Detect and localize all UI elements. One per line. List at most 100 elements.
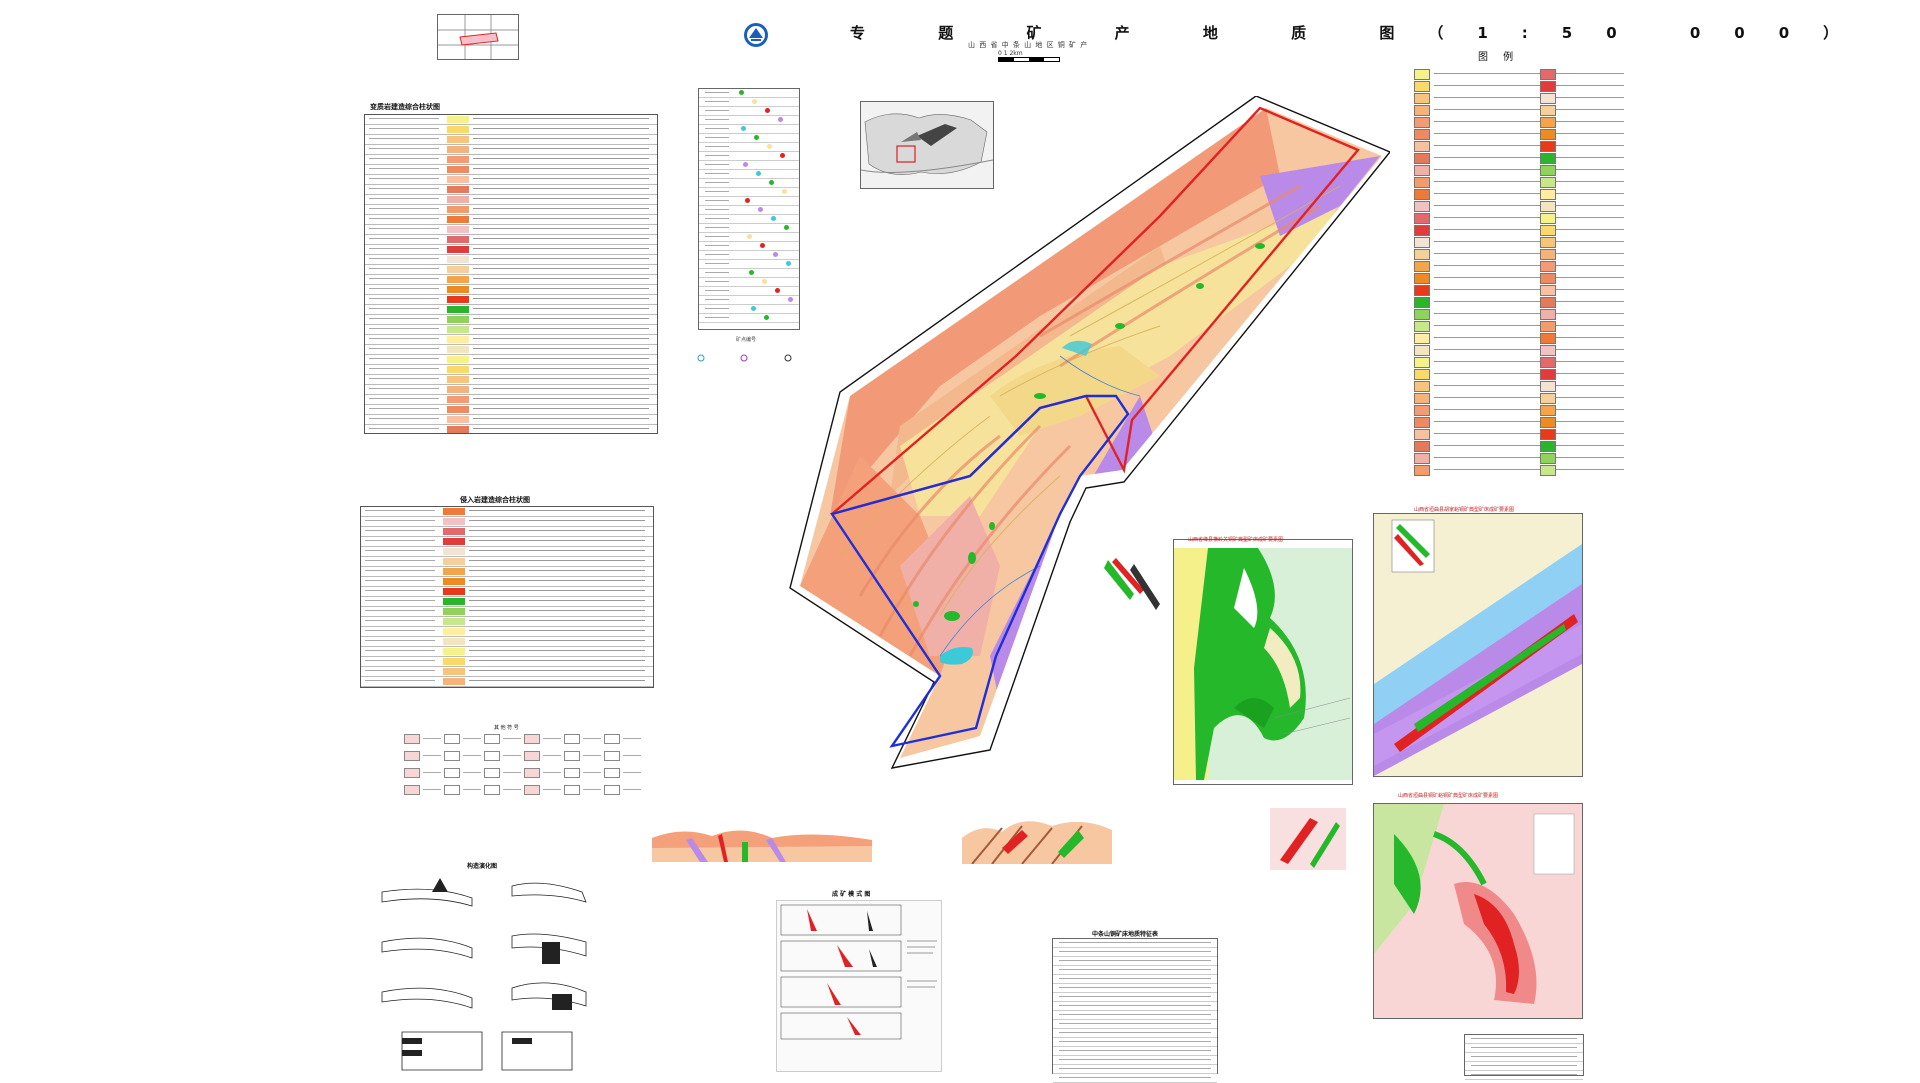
table-row bbox=[1053, 993, 1217, 1002]
map-symbol bbox=[444, 785, 481, 795]
column-row bbox=[365, 275, 657, 285]
column-row bbox=[365, 425, 657, 433]
column-row bbox=[365, 215, 657, 225]
symbols-title: 其 他 符 号 bbox=[494, 725, 519, 731]
column-row bbox=[361, 637, 653, 647]
legend-item bbox=[1540, 224, 1630, 236]
column-row bbox=[365, 255, 657, 265]
map-symbol bbox=[404, 734, 441, 744]
column-row bbox=[361, 597, 653, 607]
map-symbol bbox=[604, 751, 641, 761]
column-row bbox=[365, 235, 657, 245]
legend-item bbox=[1540, 356, 1630, 368]
deposit-feature-table bbox=[1052, 938, 1218, 1083]
column-row bbox=[361, 507, 653, 517]
column-row bbox=[365, 195, 657, 205]
symbols-grid bbox=[404, 734, 644, 802]
column-row bbox=[365, 295, 657, 305]
map-symbol bbox=[604, 768, 641, 778]
map-symbol bbox=[444, 768, 481, 778]
column-row bbox=[361, 577, 653, 587]
legend-item bbox=[1540, 404, 1630, 416]
column-row bbox=[365, 175, 657, 185]
legend-item bbox=[1540, 308, 1630, 320]
map-symbol bbox=[524, 768, 561, 778]
table-row bbox=[1053, 1056, 1217, 1065]
legend-item bbox=[1540, 80, 1630, 92]
column-row bbox=[361, 587, 653, 597]
table-row bbox=[1053, 948, 1217, 957]
column-row bbox=[365, 145, 657, 155]
map-symbol bbox=[444, 751, 481, 761]
legend-item bbox=[1540, 140, 1630, 152]
scale-bar bbox=[998, 57, 1060, 62]
legend-item bbox=[1540, 260, 1630, 272]
table-row bbox=[1465, 1062, 1583, 1071]
legend-item bbox=[1540, 320, 1630, 332]
map-credits-block bbox=[1464, 1034, 1584, 1080]
legend-item bbox=[1540, 392, 1630, 404]
map-symbol bbox=[524, 751, 561, 761]
deposit-table-title: 中条山铜矿床地质特征表 bbox=[1092, 931, 1159, 938]
legend-item bbox=[1540, 380, 1630, 392]
legend-item bbox=[1540, 464, 1630, 476]
metamorphic-column-table bbox=[364, 114, 658, 434]
map-subtitle: 山 西 省 中 条 山 地 区 铜 矿 产 bbox=[968, 41, 1089, 49]
legend-item bbox=[1540, 212, 1630, 224]
table-row bbox=[1053, 975, 1217, 984]
emblem-icon bbox=[743, 22, 769, 48]
column-row bbox=[365, 345, 657, 355]
column-row bbox=[365, 115, 657, 125]
table-row bbox=[1053, 966, 1217, 975]
structure-evolution-diagram bbox=[372, 872, 608, 1072]
table-row bbox=[1053, 1047, 1217, 1056]
column-row bbox=[365, 405, 657, 415]
column-row bbox=[361, 657, 653, 667]
table-row bbox=[1465, 1071, 1583, 1080]
table-row bbox=[1053, 1038, 1217, 1047]
legend-item bbox=[1540, 428, 1630, 440]
column-row bbox=[365, 355, 657, 365]
legend-item bbox=[1540, 344, 1630, 356]
table-row bbox=[1053, 984, 1217, 993]
legend-item bbox=[1540, 164, 1630, 176]
column-row bbox=[361, 537, 653, 547]
column-row bbox=[361, 557, 653, 567]
column-row bbox=[365, 155, 657, 165]
legend-item bbox=[1540, 368, 1630, 380]
column-row bbox=[361, 567, 653, 577]
table-row bbox=[1465, 1053, 1583, 1062]
column-row bbox=[365, 125, 657, 135]
intrusive-column-table bbox=[360, 506, 654, 688]
column-row bbox=[361, 617, 653, 627]
table-row bbox=[1465, 1035, 1583, 1044]
column-row bbox=[365, 385, 657, 395]
column-row bbox=[365, 415, 657, 425]
column-row bbox=[361, 547, 653, 557]
map-symbol bbox=[604, 785, 641, 795]
column-row bbox=[365, 365, 657, 375]
column-row bbox=[365, 245, 657, 255]
column-row bbox=[361, 667, 653, 677]
column-row bbox=[361, 607, 653, 617]
map-symbol bbox=[484, 768, 521, 778]
scale-bar-label: 0 1 2km bbox=[998, 50, 1023, 57]
column-row bbox=[365, 205, 657, 215]
column-row bbox=[361, 647, 653, 657]
metamorphic-column-title: 变质岩建造综合柱状图 bbox=[370, 103, 440, 111]
column-row bbox=[365, 315, 657, 325]
legend-item bbox=[1540, 452, 1630, 464]
legend-item bbox=[1540, 296, 1630, 308]
map-symbol bbox=[564, 751, 601, 761]
column-row bbox=[365, 375, 657, 385]
column-row bbox=[365, 265, 657, 275]
cross-section-b bbox=[962, 808, 1112, 865]
map-symbol bbox=[404, 751, 441, 761]
deposit-map-3-inset bbox=[1270, 808, 1346, 870]
table-row bbox=[1053, 957, 1217, 966]
map-symbol bbox=[564, 734, 601, 744]
legend-item bbox=[1540, 332, 1630, 344]
column-row bbox=[365, 225, 657, 235]
map-symbol bbox=[524, 734, 561, 744]
deposit-map-3: 山西省垣曲县铜矿峪铜矿典型矿床成矿要素图 bbox=[1373, 793, 1583, 1019]
